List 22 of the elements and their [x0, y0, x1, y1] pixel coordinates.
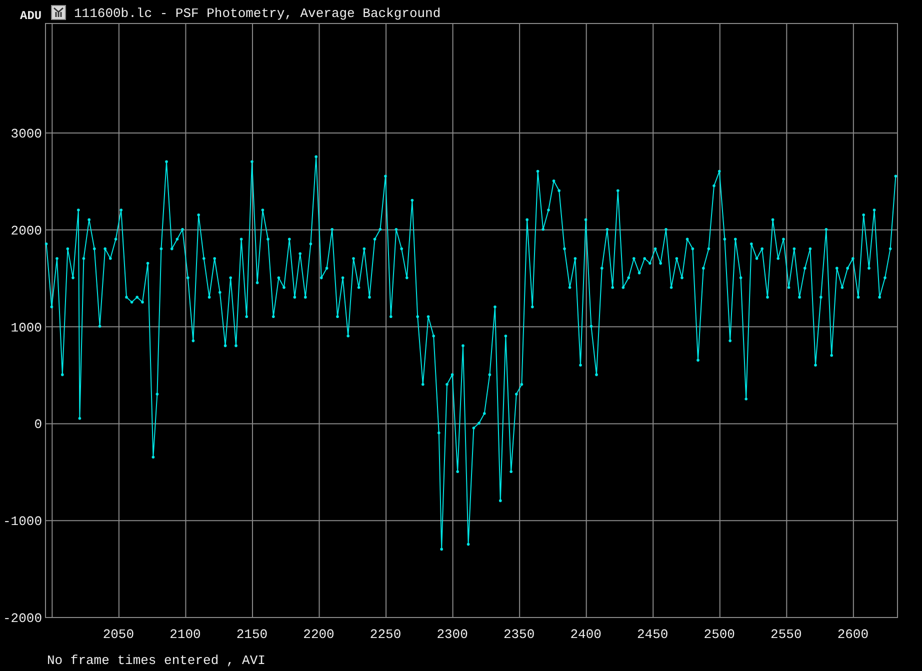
- x-tick-label: 2250: [370, 627, 402, 642]
- x-tick-label: 2450: [637, 627, 668, 642]
- x-tick-label: 2600: [837, 627, 869, 642]
- y-tick-label: -1000: [2, 514, 42, 530]
- y-tick-label: -2000: [2, 611, 42, 626]
- x-tick-label: 2350: [503, 627, 535, 642]
- x-tick-label: 2150: [236, 627, 268, 642]
- y-axis-label: ADU: [19, 10, 43, 22]
- status-text: No frame times entered , AVI: [47, 653, 266, 668]
- x-tick-label: 2550: [770, 627, 802, 642]
- y-tick-label: 0: [34, 417, 42, 432]
- window-app-icon: [51, 5, 66, 20]
- x-tick-label: 2300: [436, 627, 468, 642]
- x-tick-label: 2500: [704, 627, 735, 642]
- x-tick-label: 2050: [102, 627, 134, 642]
- y-tick-label: 2000: [10, 223, 42, 238]
- y-tick-label: 3000: [10, 126, 42, 142]
- y-tick-label: 1000: [10, 320, 42, 336]
- window-title: 111600b.lc - PSF Photometry, Average Background: [74, 7, 441, 20]
- x-tick-label: 2100: [170, 627, 201, 642]
- x-tick-label: 2400: [570, 627, 602, 642]
- x-tick-label: 2200: [303, 627, 334, 642]
